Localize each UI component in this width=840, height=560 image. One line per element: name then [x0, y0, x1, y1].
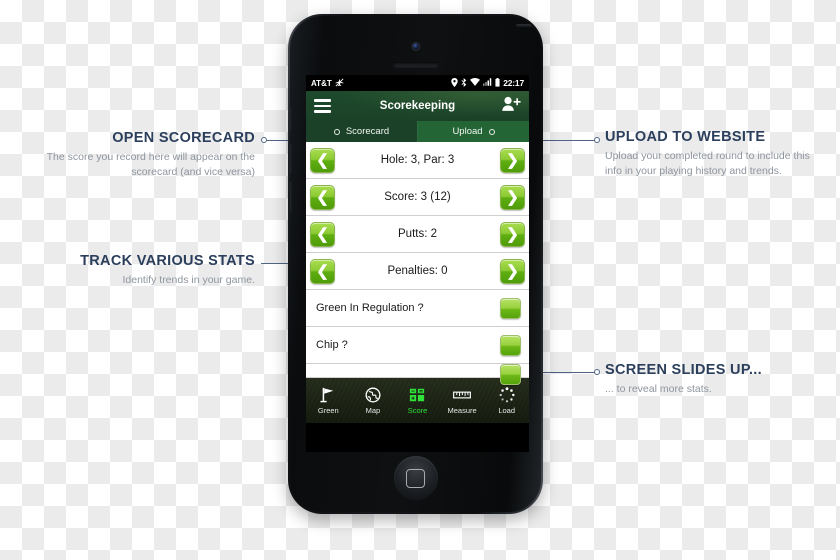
- status-clock: 22:17: [503, 78, 524, 88]
- chip-checkbox[interactable]: [500, 334, 521, 356]
- nav-label-load: Load: [498, 406, 516, 415]
- tab-scorecard[interactable]: Scorecard: [306, 121, 417, 142]
- hole-par-label: Hole: 3, Par: 3: [380, 154, 455, 166]
- app-header: Scorekeeping: [306, 91, 529, 121]
- nav-label-green: Green: [317, 406, 339, 415]
- earpiece-speaker: [392, 62, 439, 68]
- nav-label-measure: Measure: [447, 406, 477, 415]
- bottom-navigation-bar: Green Map Score Measure Load: [306, 378, 529, 423]
- spinner-icon: [499, 386, 515, 403]
- home-square-icon: [406, 468, 425, 488]
- annotation-upload-website: UPLOAD TO WEBSITE Upload your completed …: [605, 129, 820, 179]
- table-row: ❮ Score: 3 (12) ❯: [306, 179, 529, 216]
- table-row: Chip ?: [306, 327, 529, 364]
- ruler-icon: [453, 386, 471, 403]
- hamburger-menu-icon[interactable]: [314, 99, 331, 113]
- green-in-regulation-label: Green In Regulation ?: [316, 302, 424, 314]
- annotation-screen-slides-body: ... to reveal more stats.: [605, 383, 712, 396]
- radio-icon-scorecard: [333, 128, 340, 135]
- tab-upload-label: Upload: [452, 126, 483, 137]
- globe-icon: [365, 386, 381, 403]
- volume-up-button[interactable]: [290, 144, 292, 174]
- nav-item-score[interactable]: Score: [395, 386, 440, 415]
- tab-upload[interactable]: Upload: [417, 121, 529, 142]
- score-label: Score: 3 (12): [384, 191, 451, 203]
- green-in-regulation-checkbox[interactable]: [500, 297, 521, 319]
- radio-icon-upload: [488, 128, 495, 135]
- putts-label: Putts: 2: [398, 228, 437, 240]
- annotation-open-scorecard-body: The score you record here will appear on…: [46, 151, 255, 179]
- annotation-upload-website-body: Upload your completed round to include t…: [605, 150, 810, 178]
- increase-putts-button[interactable]: ❯: [500, 221, 525, 247]
- nav-item-measure[interactable]: Measure: [440, 386, 485, 415]
- phone-screen: AT&T 22:17 Scorekeeping Scorecard Upload…: [306, 75, 529, 452]
- increase-penalties-button[interactable]: ❯: [500, 258, 525, 284]
- nav-item-green[interactable]: Green: [306, 386, 351, 415]
- mute-switch[interactable]: [290, 108, 292, 130]
- status-bar: AT&T 22:17: [306, 75, 529, 91]
- increase-score-button[interactable]: ❯: [500, 184, 525, 210]
- table-row: ❮ Penalties: 0 ❯: [306, 253, 529, 290]
- front-camera-icon: [411, 42, 420, 51]
- annotation-track-stats-title: TRACK VARIOUS STATS: [80, 253, 255, 269]
- signal-bars-icon: [483, 78, 492, 88]
- penalties-label: Penalties: 0: [387, 265, 448, 277]
- wifi-icon: [470, 77, 481, 88]
- volume-down-button[interactable]: [290, 182, 292, 212]
- airplane-crossed-icon: [335, 78, 344, 89]
- annotation-screen-slides-title: SCREEN SLIDES UP...: [605, 362, 762, 378]
- phone-device: AT&T 22:17 Scorekeeping Scorecard Upload…: [288, 14, 543, 514]
- prev-hole-button[interactable]: ❮: [310, 147, 335, 173]
- table-row: [306, 364, 529, 385]
- nav-item-load[interactable]: Load: [484, 386, 529, 415]
- annotation-screen-slides: SCREEN SLIDES UP... ... to reveal more s…: [605, 362, 820, 397]
- stats-list: ❮ Hole: 3, Par: 3 ❯ ❮ Score: 3 (12) ❯ ❮ …: [306, 142, 529, 385]
- tab-bar: Scorecard Upload: [306, 121, 529, 142]
- tab-scorecard-label: Scorecard: [345, 126, 390, 137]
- add-person-icon[interactable]: [502, 96, 521, 117]
- annotation-upload-website-title: UPLOAD TO WEBSITE: [605, 129, 766, 145]
- annotation-track-stats: TRACK VARIOUS STATS Identify trends in y…: [30, 253, 255, 288]
- battery-icon: [495, 77, 500, 89]
- page-title: Scorekeeping: [379, 100, 456, 112]
- table-row: ❮ Putts: 2 ❯: [306, 216, 529, 253]
- decrease-penalties-button[interactable]: ❮: [310, 258, 335, 284]
- chip-label: Chip ?: [316, 339, 348, 351]
- nav-label-map: Map: [365, 406, 381, 415]
- flag-icon: [320, 386, 336, 403]
- location-pin-icon: [451, 77, 458, 89]
- annotation-open-scorecard-title: OPEN SCORECARD: [112, 130, 255, 146]
- partial-row-checkbox[interactable]: [500, 364, 521, 385]
- power-button[interactable]: [516, 24, 541, 27]
- table-row: Green In Regulation ?: [306, 290, 529, 327]
- decrease-putts-button[interactable]: ❮: [310, 221, 335, 247]
- home-button[interactable]: [393, 456, 438, 500]
- decrease-score-button[interactable]: ❮: [310, 184, 335, 210]
- status-carrier-label: AT&T: [311, 78, 332, 88]
- nav-item-map[interactable]: Map: [351, 386, 396, 415]
- next-hole-button[interactable]: ❯: [500, 147, 525, 173]
- calculator-icon: [409, 386, 425, 403]
- bluetooth-icon: [461, 77, 467, 89]
- phone-body: AT&T 22:17 Scorekeeping Scorecard Upload…: [290, 16, 541, 512]
- annotation-open-scorecard: OPEN SCORECARD The score you record here…: [30, 130, 255, 180]
- nav-label-score: Score: [407, 406, 428, 415]
- annotation-track-stats-body: Identify trends in your game.: [122, 274, 256, 287]
- table-row: ❮ Hole: 3, Par: 3 ❯: [306, 142, 529, 179]
